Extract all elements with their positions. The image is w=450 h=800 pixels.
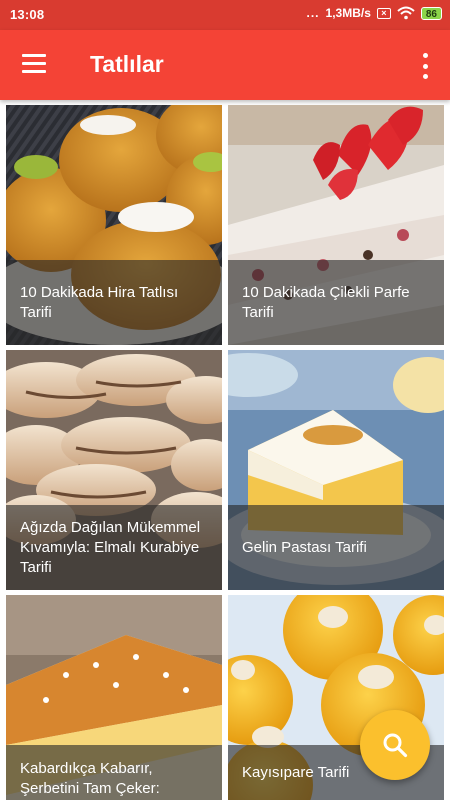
recipe-title-overlay: 10 Dakikada Hira Tatlısı Tarifi <box>6 260 222 345</box>
no-sim-icon: × <box>376 7 391 19</box>
recipe-title: 10 Dakikada Hira Tatlısı Tarifi <box>20 283 179 321</box>
search-fab-button[interactable] <box>360 710 430 780</box>
recipe-card[interactable]: Gelin Pastası Tarifi <box>228 350 444 590</box>
more-vertical-icon[interactable] <box>420 53 430 79</box>
recipe-card[interactable]: Ağızda Dağılan Mükemmel Kıvamıyla: Elmal… <box>6 350 222 590</box>
search-icon <box>383 733 408 758</box>
recipe-title: Ağızda Dağılan Mükemmel Kıvamıyla: Elmal… <box>20 518 201 576</box>
recipe-title: 10 Dakikada Çilekli Parfe Tarifi <box>242 283 410 321</box>
signal-dots: ... <box>306 6 320 20</box>
recipe-card[interactable]: 10 Dakikada Çilekli Parfe Tarifi <box>228 105 444 345</box>
wifi-icon <box>397 6 415 20</box>
recipe-title-overlay: Ağızda Dağılan Mükemmel Kıvamıyla: Elmal… <box>6 505 222 590</box>
page-title: Tatlılar <box>90 51 164 77</box>
recipe-title: Kabardıkça Kabarır, Şerbetini Tam Çeker: <box>20 760 160 797</box>
recipe-title-overlay: Gelin Pastası Tarifi <box>228 505 444 590</box>
recipe-title: Gelin Pastası Tarifi <box>242 538 367 556</box>
status-bar: 13:08 ... 1,3MB/s × 86 <box>0 0 450 30</box>
app-bar: Tatlılar <box>0 30 450 100</box>
status-time: 13:08 <box>10 7 45 22</box>
recipe-card[interactable]: Kabardıkça Kabarır, Şerbetini Tam Çeker: <box>6 595 222 800</box>
hamburger-menu-icon[interactable] <box>22 54 48 76</box>
recipe-title: Kayısıpare Tarifi <box>242 763 350 781</box>
recipe-title-overlay: 10 Dakikada Çilekli Parfe Tarifi <box>228 260 444 345</box>
network-speed: 1,3MB/s <box>325 6 371 20</box>
status-indicators: ... 1,3MB/s × 86 <box>306 6 442 20</box>
recipe-card[interactable]: 10 Dakikada Hira Tatlısı Tarifi <box>6 105 222 345</box>
battery-indicator: 86 <box>420 6 442 20</box>
recipe-title-overlay: Kabardıkça Kabarır, Şerbetini Tam Çeker: <box>6 745 222 800</box>
recipe-grid: 10 Dakikada Hira Tatlısı Tarifi 10 Dakik… <box>0 100 450 800</box>
